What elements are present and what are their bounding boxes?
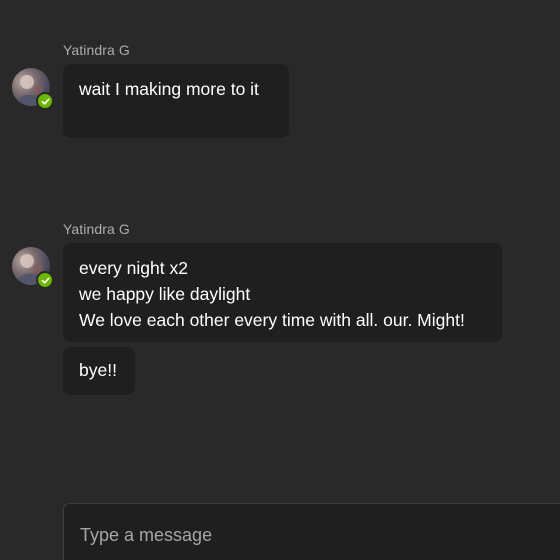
message-bubble[interactable]: bye!!: [63, 347, 135, 395]
message-sender-name: Yatindra G: [63, 221, 130, 237]
chat-message-list: Yatindra G wait I making more to it Yati…: [0, 0, 560, 560]
checkmark-icon: [41, 277, 50, 284]
message-sender-name: Yatindra G: [63, 42, 130, 58]
message-composer[interactable]: Type a message: [63, 503, 560, 560]
sender-avatar[interactable]: [12, 247, 54, 289]
presence-available-icon: [36, 92, 54, 110]
sender-avatar[interactable]: [12, 68, 54, 110]
message-bubble[interactable]: every night x2 we happy like daylight We…: [63, 243, 502, 342]
message-text-line: we happy like daylight: [79, 284, 251, 304]
checkmark-icon: [41, 98, 50, 105]
message-input-placeholder: Type a message: [80, 525, 213, 545]
message-text-line: We love each other every time with all. …: [79, 310, 465, 330]
message-bubble[interactable]: wait I making more to it: [63, 64, 289, 138]
message-text: bye!!: [79, 360, 117, 380]
presence-available-icon: [36, 271, 54, 289]
message-text: wait I making more to it: [79, 79, 259, 99]
message-text-line: every night x2: [79, 258, 188, 278]
